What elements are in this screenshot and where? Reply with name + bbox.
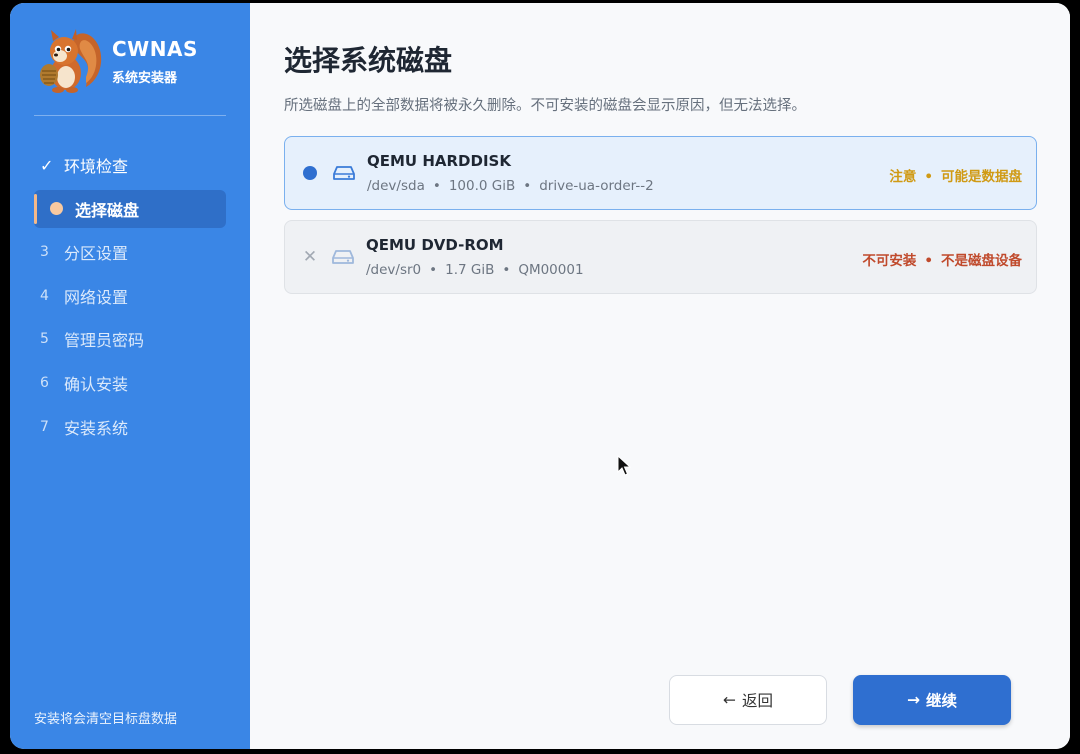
current-step-dot-icon <box>50 202 63 216</box>
sidebar: CWNAS 系统安装器 ✓ 环境检查 选择磁盘 3 分区设置 4 网络设置 5 … <box>10 3 250 749</box>
continue-button[interactable]: → 继续 <box>853 675 1011 725</box>
disk-name: QEMU DVD-ROM <box>366 236 504 254</box>
main-content: 选择系统磁盘 所选磁盘上的全部数据将被永久删除。不可安装的磁盘会显示原因，但无法… <box>250 3 1070 749</box>
meta-separator: • <box>432 178 441 194</box>
disk-size: 1.7 GiB <box>445 262 495 278</box>
step-number: 3 <box>40 244 49 261</box>
arrow-left-icon: ← <box>722 691 736 709</box>
disk-list: QEMU HARDDISK /dev/sda • 100.0 GiB • dri… <box>284 136 1037 304</box>
radio-dot-icon <box>303 166 317 180</box>
disk-warning-note: 注意 • 可能是数据盘 <box>889 165 1022 185</box>
disk-serial: QM00001 <box>518 262 584 278</box>
disk-size: 100.0 GiB <box>448 178 516 194</box>
sidebar-footer-note: 安装将会清空目标盘数据 <box>34 712 178 727</box>
step-install-system: 7 安装系统 <box>34 408 226 446</box>
back-button-label: 返回 <box>741 692 773 710</box>
arrow-right-icon: → <box>906 691 920 709</box>
continue-button-label: 继续 <box>925 692 957 710</box>
disk-status: 注意 <box>889 169 917 185</box>
step-label: 分区设置 <box>64 244 129 264</box>
step-number: 5 <box>40 331 49 348</box>
meta-separator: • <box>502 262 511 278</box>
step-select-disk: 选择磁盘 <box>34 189 226 228</box>
disk-option-sr0: ✕ QEMU DVD-ROM /dev/sr0 • 1.7 GiB • QM00… <box>284 220 1037 294</box>
app-name: CWNAS <box>112 36 198 61</box>
hard-drive-icon <box>332 250 354 264</box>
meta-separator: • <box>523 178 532 194</box>
step-partition-settings: 3 分区设置 <box>34 233 226 271</box>
check-icon: ✓ <box>40 155 54 175</box>
mouse-cursor-icon <box>617 455 631 476</box>
step-confirm-install: 6 确认安装 <box>34 364 226 402</box>
disk-meta: /dev/sda • 100.0 GiB • drive-ua-order--2 <box>367 178 654 194</box>
app-subtitle: 系统安装器 <box>112 70 178 86</box>
step-number: 4 <box>40 287 49 304</box>
disk-status: 不可安装 <box>862 253 917 269</box>
installer-window: CWNAS 系统安装器 ✓ 环境检查 选择磁盘 3 分区设置 4 网络设置 5 … <box>10 3 1070 749</box>
step-number: 7 <box>40 418 49 435</box>
step-label: 管理员密码 <box>64 331 145 351</box>
meta-separator: • <box>429 262 438 278</box>
brand: CWNAS 系统安装器 <box>34 27 198 95</box>
page-subtitle: 所选磁盘上的全部数据将被永久删除。不可安装的磁盘会显示原因，但无法选择。 <box>284 98 806 114</box>
back-button[interactable]: ← 返回 <box>669 675 827 725</box>
step-label: 网络设置 <box>64 287 129 307</box>
note-separator: • <box>924 253 933 269</box>
step-list: ✓ 环境检查 选择磁盘 3 分区设置 4 网络设置 5 管理员密码 6 确认安装 <box>34 146 226 451</box>
disk-path: /dev/sda <box>367 178 425 194</box>
x-icon: ✕ <box>302 247 318 267</box>
step-environment-check: ✓ 环境检查 <box>34 146 226 184</box>
note-separator: • <box>924 169 933 185</box>
disk-reason: 不是磁盘设备 <box>941 253 1022 269</box>
disk-option-sda[interactable]: QEMU HARDDISK /dev/sda • 100.0 GiB • dri… <box>284 136 1037 210</box>
step-admin-password: 5 管理员密码 <box>34 320 226 358</box>
step-label: 环境检查 <box>64 157 129 176</box>
step-label: 安装系统 <box>64 418 129 438</box>
step-label: 选择磁盘 <box>75 200 140 220</box>
step-network-settings: 4 网络设置 <box>34 277 226 315</box>
disk-path: /dev/sr0 <box>366 262 422 278</box>
sidebar-divider <box>34 115 226 116</box>
disk-meta: /dev/sr0 • 1.7 GiB • QM00001 <box>366 262 584 278</box>
disk-reason: 可能是数据盘 <box>941 169 1022 185</box>
step-label: 确认安装 <box>64 374 129 394</box>
hard-drive-icon <box>333 166 355 180</box>
squirrel-logo-icon <box>40 29 102 93</box>
disk-name: QEMU HARDDISK <box>367 152 511 170</box>
page-title: 选择系统磁盘 <box>284 44 453 77</box>
disk-error-note: 不可安装 • 不是磁盘设备 <box>862 249 1022 269</box>
disk-serial: drive-ua-order--2 <box>539 178 654 194</box>
step-number: 6 <box>40 374 49 391</box>
